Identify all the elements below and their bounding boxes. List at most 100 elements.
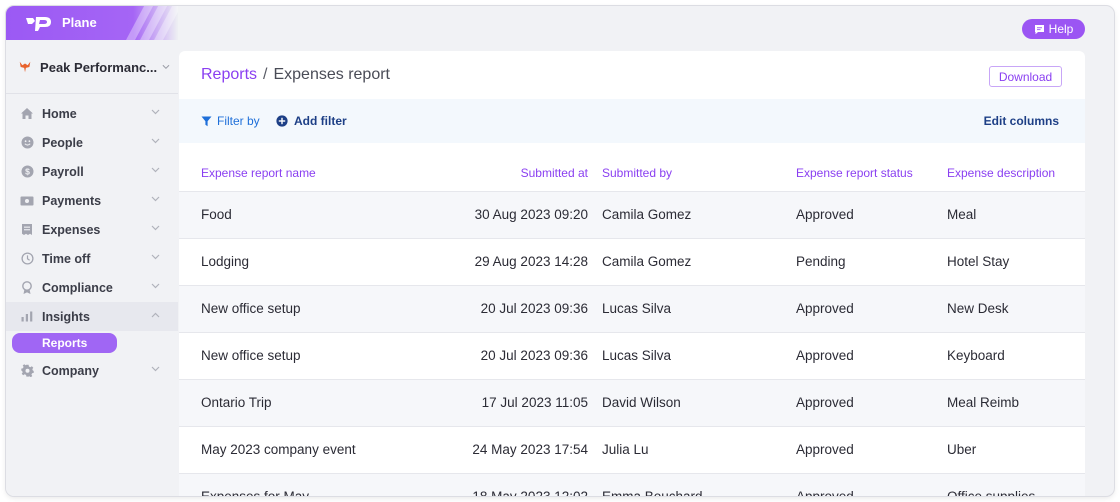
table-row[interactable]: Lodging 29 Aug 2023 14:28 Camila Gomez P… xyxy=(179,238,1085,285)
cell-submitted-at: 30 Aug 2023 09:20 xyxy=(474,207,588,222)
chevron-down-icon xyxy=(151,196,160,202)
smiley-icon xyxy=(20,136,34,150)
sidebar-item-label: Company xyxy=(42,363,99,378)
filter-bar: Filter by Add filter Edit columns xyxy=(179,99,1085,143)
cell-submitted-by: Camila Gomez xyxy=(602,207,692,222)
cell-report-name: Food xyxy=(201,207,232,222)
cell-submitted-by: Julia Lu xyxy=(602,442,649,457)
sidebar-item-payroll[interactable]: $ Payroll xyxy=(6,157,178,186)
cash-icon xyxy=(20,194,34,208)
home-icon xyxy=(20,107,34,121)
table-row[interactable]: New office setup 20 Jul 2023 09:36 Lucas… xyxy=(179,285,1085,332)
table-row[interactable]: New office setup 20 Jul 2023 09:36 Lucas… xyxy=(179,332,1085,379)
page-title: Expenses report xyxy=(273,66,390,83)
help-label: Help xyxy=(1048,22,1074,36)
chevron-down-icon xyxy=(151,366,160,372)
cell-status: Approved xyxy=(796,207,854,222)
breadcrumb: Reports / Expenses report xyxy=(201,66,390,84)
help-button[interactable]: Help xyxy=(1022,19,1085,39)
download-button[interactable]: Download xyxy=(989,66,1062,87)
column-header-description[interactable]: Expense description xyxy=(947,143,1085,192)
edit-columns-link[interactable]: Edit columns xyxy=(984,114,1059,128)
cell-submitted-by: Lucas Silva xyxy=(602,348,672,363)
sidebar-item-label: Insights xyxy=(42,309,90,324)
award-icon xyxy=(20,280,34,295)
chevron-down-icon xyxy=(151,254,160,260)
brand-header[interactable]: Plane xyxy=(6,6,178,40)
column-header-name[interactable]: Expense report name xyxy=(179,143,429,192)
table-row[interactable]: Expenses for May 18 May 2023 12:02 Emma … xyxy=(179,473,1085,496)
sidebar-item-company[interactable]: Company xyxy=(6,356,178,385)
company-name: Peak Performanc... xyxy=(40,59,158,75)
sidebar: Plane Peak Performanc... Home People $ P… xyxy=(6,6,178,496)
sidebar-item-insights[interactable]: Insights xyxy=(6,302,178,331)
breadcrumb-link-reports[interactable]: Reports xyxy=(201,66,257,84)
page-header: Reports / Expenses report Download xyxy=(179,51,1085,99)
cell-submitted-at: 24 May 2023 17:54 xyxy=(472,442,588,457)
sidebar-item-home[interactable]: Home xyxy=(6,99,178,128)
sidebar-item-label: Payments xyxy=(42,193,102,208)
chevron-down-icon xyxy=(162,64,170,70)
column-header-submitted-by[interactable]: Submitted by xyxy=(602,143,796,192)
sidebar-divider xyxy=(6,93,178,94)
cell-report-name: May 2023 company event xyxy=(201,442,356,457)
filter-funnel-icon xyxy=(201,116,212,127)
plane-logo-icon xyxy=(26,17,51,31)
cell-report-name: Lodging xyxy=(201,254,250,269)
sidebar-item-time-off[interactable]: Time off xyxy=(6,244,178,273)
cell-description: New Desk xyxy=(947,301,1009,316)
sidebar-item-label: Payroll xyxy=(42,164,84,179)
cell-report-name: Expenses for May xyxy=(179,473,429,496)
app-name: Plane xyxy=(62,15,97,30)
cell-description: Meal xyxy=(947,207,977,222)
sidebar-item-label: Time off xyxy=(42,251,91,266)
cell-status: Approved xyxy=(796,301,854,316)
app-window: Plane Peak Performanc... Home People $ P… xyxy=(6,6,1114,496)
column-header-submitted-at[interactable]: Submitted at xyxy=(429,143,602,192)
company-logo-icon xyxy=(19,61,31,73)
cell-status: Approved xyxy=(796,473,947,496)
cell-submitted-by: Emma Bouchard xyxy=(602,473,796,496)
chevron-up-icon xyxy=(151,312,160,318)
add-filter-label: Add filter xyxy=(294,114,347,128)
column-header-status[interactable]: Expense report status xyxy=(796,143,947,192)
chat-icon xyxy=(1034,24,1045,35)
cell-description: Keyboard xyxy=(947,348,1005,363)
chevron-down-icon xyxy=(151,138,160,144)
clock-icon xyxy=(20,252,34,266)
cell-description: Hotel Stay xyxy=(947,254,1010,269)
table-row[interactable]: Food 30 Aug 2023 09:20 Camila Gomez Appr… xyxy=(179,191,1085,238)
table-row[interactable]: Ontario Trip 17 Jul 2023 11:05 David Wil… xyxy=(179,379,1085,426)
chevron-down-icon xyxy=(151,283,160,289)
bar-chart-icon xyxy=(20,310,34,324)
cell-submitted-by: Lucas Silva xyxy=(602,301,672,316)
cell-submitted-at: 20 Jul 2023 09:36 xyxy=(480,301,588,316)
sidebar-item-label: Expenses xyxy=(42,222,101,237)
filter-by-button[interactable]: Filter by xyxy=(201,114,260,128)
sidebar-item-people[interactable]: People xyxy=(6,128,178,157)
expenses-table: Expense report name Submitted at Submitt… xyxy=(179,143,1085,496)
table-row[interactable]: May 2023 company event 24 May 2023 17:54… xyxy=(179,426,1085,473)
chevron-down-icon xyxy=(151,167,160,173)
sidebar-item-label: People xyxy=(42,135,83,150)
sidebar-item-compliance[interactable]: Compliance xyxy=(6,273,178,302)
cell-report-name: New office setup xyxy=(201,348,301,363)
cell-submitted-at: 17 Jul 2023 11:05 xyxy=(481,395,588,410)
gear-icon xyxy=(20,364,34,378)
dollar-coin-icon: $ xyxy=(20,165,34,179)
cell-submitted-at: 18 May 2023 12:02 xyxy=(429,473,602,496)
sidebar-item-payments[interactable]: Payments xyxy=(6,186,178,215)
plus-circle-icon xyxy=(276,115,288,127)
cell-status: Pending xyxy=(796,254,846,269)
add-filter-button[interactable]: Add filter xyxy=(276,114,347,128)
sidebar-item-label: Home xyxy=(42,106,77,121)
sidebar-item-label: Compliance xyxy=(42,280,113,295)
company-switcher[interactable]: Peak Performanc... xyxy=(18,56,170,78)
sidebar-subitem-reports[interactable]: Reports xyxy=(12,333,117,353)
sidebar-item-expenses[interactable]: Expenses xyxy=(6,215,178,244)
cell-status: Approved xyxy=(796,442,854,457)
cell-report-name: Ontario Trip xyxy=(201,395,272,410)
main-content: Reports / Expenses report Download Filte… xyxy=(179,51,1085,496)
cell-submitted-at: 20 Jul 2023 09:36 xyxy=(480,348,588,363)
cell-submitted-by: David Wilson xyxy=(602,395,681,410)
